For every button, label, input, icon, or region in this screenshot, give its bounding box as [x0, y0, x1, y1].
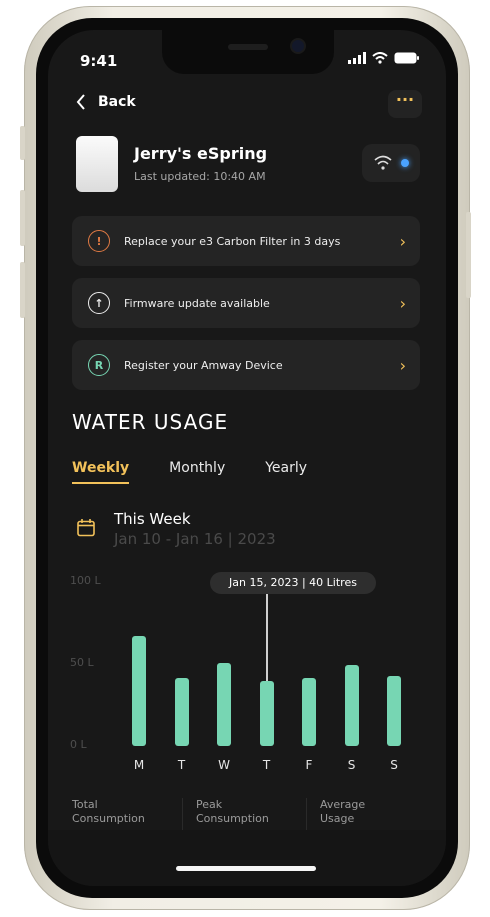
mute-switch [20, 126, 25, 160]
status-time: 9:41 [80, 52, 118, 70]
more-options-button[interactable]: ··· [388, 90, 422, 118]
device-card: Jerry's eSpring Last updated: 10:40 AM [76, 134, 420, 196]
tab-weekly[interactable]: Weekly [72, 460, 130, 484]
chart-bar[interactable] [302, 677, 316, 746]
stat-divider [182, 798, 183, 832]
home-indicator[interactable] [176, 866, 316, 871]
stat-total-line1: Total [72, 798, 98, 811]
volume-down-button [20, 262, 25, 318]
tab-yearly[interactable]: Yearly [265, 460, 307, 484]
camera-icon [292, 40, 304, 52]
stat-divider [306, 798, 307, 832]
chart-bar[interactable] [344, 664, 359, 746]
back-label: Back [98, 94, 136, 110]
filter-alert[interactable]: ! Replace your e3 Carbon Filter in 3 day… [72, 216, 420, 266]
water-usage-title: WATER USAGE [72, 410, 229, 434]
connection-indicator [401, 159, 409, 167]
chevron-left-icon [76, 94, 85, 110]
x-tick-label: F [305, 758, 313, 772]
stat-average: Average Usage [320, 798, 430, 826]
y-tick-0: 0 L [70, 738, 87, 751]
speaker [228, 44, 268, 50]
volume-up-button [20, 190, 25, 246]
chart-bar[interactable] [387, 676, 401, 746]
x-tick-label: T [262, 758, 271, 772]
calendar-icon [77, 519, 95, 537]
device-image [76, 136, 118, 192]
x-tick-label: T [177, 758, 186, 772]
stat-average-line1: Average [320, 798, 366, 811]
x-tick-label: S [347, 758, 356, 772]
chart-tooltip: Jan 15, 2023 | 40 Litres [210, 572, 376, 594]
stat-peak-line2: Consumption [196, 812, 269, 825]
wifi-status-button[interactable] [362, 144, 420, 182]
wifi-status-icon [372, 52, 388, 64]
chevron-right-icon: › [399, 293, 406, 313]
chart-bar[interactable] [174, 677, 189, 746]
x-tick-label: W [218, 758, 230, 772]
stat-peak: Peak Consumption [196, 798, 306, 826]
x-tick-label: M [133, 758, 145, 772]
tab-monthly[interactable]: Monthly [169, 460, 225, 484]
filter-alert-label: Replace your e3 Carbon Filter in 3 days [124, 234, 341, 248]
water-usage-chart: 100 L 50 L 0 L Jan 15, 2023 | 40 Litres … [70, 570, 410, 780]
signal-icon [348, 52, 366, 64]
app-screen: 9:41 Back ··· Jerry's eSpring Last updat… [48, 30, 446, 886]
tooltip-line [265, 594, 268, 682]
chart-bar[interactable] [259, 681, 274, 746]
register-circle-icon: R [88, 354, 110, 376]
chevron-right-icon: › [399, 355, 406, 375]
stat-average-line2: Usage [320, 812, 355, 825]
warning-circle-icon: ! [88, 230, 110, 252]
upload-circle-icon: ↑ [88, 292, 110, 314]
y-tick-50: 50 L [70, 656, 94, 669]
notch [162, 30, 334, 74]
y-tick-100: 100 L [70, 574, 101, 587]
bottom-bar [48, 830, 446, 886]
stat-peak-line1: Peak [196, 798, 223, 811]
chart-bar[interactable] [132, 636, 146, 746]
status-icons [348, 52, 420, 64]
x-tick-label: S [390, 758, 398, 772]
usage-tabs: Weekly Monthly Yearly [72, 460, 307, 484]
week-title: This Week [114, 510, 191, 528]
device-name: Jerry's eSpring [134, 144, 268, 163]
battery-icon [394, 52, 419, 64]
week-range: Jan 10 - Jan 16 | 2023 [114, 530, 276, 548]
firmware-alert-label: Firmware update available [124, 296, 270, 310]
firmware-alert[interactable]: ↑ Firmware update available › [72, 278, 420, 328]
stat-total: Total Consumption [72, 798, 182, 826]
wifi-icon [374, 155, 392, 170]
stat-total-line2: Consumption [72, 812, 145, 825]
back-button[interactable]: Back [76, 94, 136, 110]
register-alert[interactable]: R Register your Amway Device › [72, 340, 420, 390]
register-alert-label: Register your Amway Device [124, 358, 283, 372]
power-button [466, 212, 471, 298]
chevron-right-icon: › [399, 231, 406, 251]
last-updated: Last updated: 10:40 AM [134, 170, 266, 183]
chart-bar[interactable] [217, 663, 231, 746]
